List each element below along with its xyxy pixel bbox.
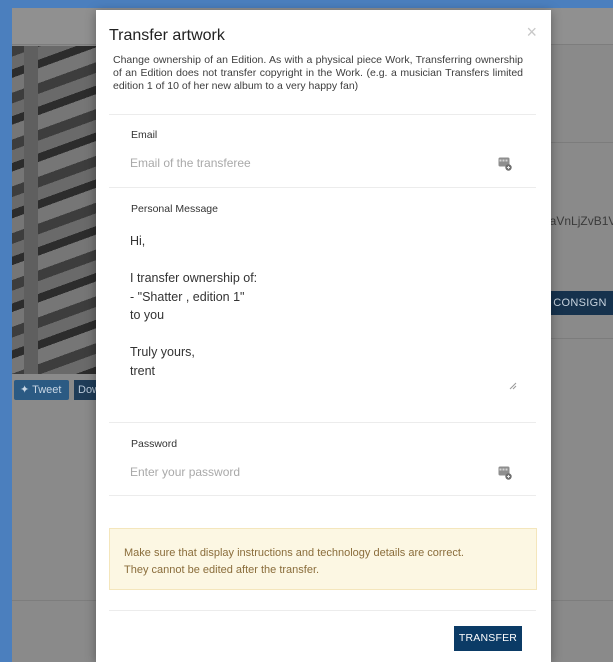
consign-button[interactable]: CONSIGN xyxy=(547,291,613,315)
divider xyxy=(109,187,536,188)
modal-description: Change ownership of an Edition. As with … xyxy=(113,54,523,92)
email-label: Email xyxy=(131,129,158,141)
email-field[interactable] xyxy=(130,156,490,170)
edition-hash: ?aVnLjZvB1V xyxy=(543,214,613,228)
tweet-button[interactable]: ✦ Tweet xyxy=(14,380,70,400)
divider xyxy=(109,495,536,496)
divider xyxy=(109,422,536,423)
warning-text-line1: Make sure that display instructions and … xyxy=(124,547,464,559)
password-label: Password xyxy=(131,438,178,450)
warning-text-line2: They cannot be edited after the transfer… xyxy=(124,564,320,576)
divider xyxy=(548,338,613,339)
warning-alert: Make sure that display instructions and … xyxy=(109,528,537,590)
divider xyxy=(548,142,613,143)
twitter-icon: ✦ xyxy=(20,384,30,396)
divider xyxy=(109,114,536,115)
password-field[interactable] xyxy=(130,465,490,479)
transfer-modal: Transfer artwork × Change ownership of a… xyxy=(96,10,551,662)
tweet-label: Tweet xyxy=(32,384,62,396)
divider xyxy=(109,610,536,611)
close-icon[interactable]: × xyxy=(526,23,537,41)
transfer-button[interactable]: TRANSFER xyxy=(454,626,522,651)
password-manager-icon[interactable] xyxy=(498,157,512,171)
modal-title: Transfer artwork xyxy=(109,27,225,44)
resize-handle-icon[interactable] xyxy=(509,382,517,390)
message-label: Personal Message xyxy=(131,203,218,215)
artwork-image xyxy=(12,46,96,374)
personal-message-textarea[interactable] xyxy=(130,232,520,394)
password-manager-icon[interactable] xyxy=(498,466,512,480)
